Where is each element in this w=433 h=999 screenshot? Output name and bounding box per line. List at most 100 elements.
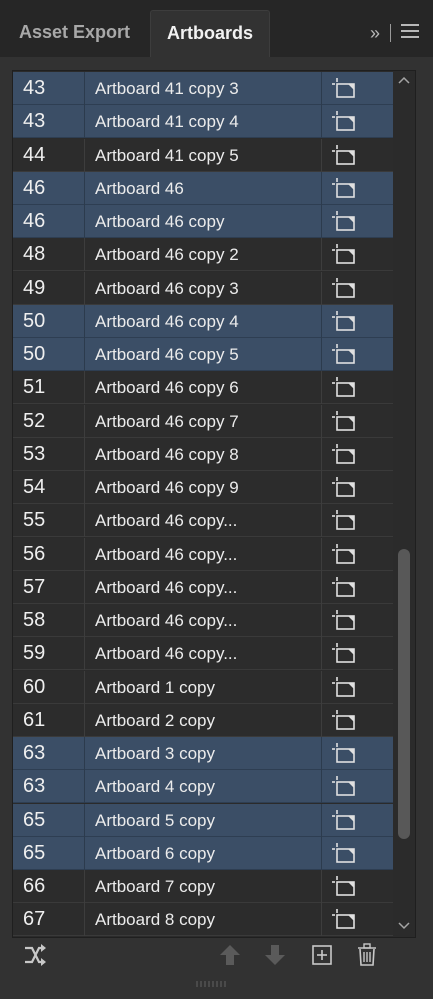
artboard-number: 63 bbox=[13, 770, 85, 804]
artboard-options-icon[interactable] bbox=[331, 110, 359, 132]
artboard-number: 59 bbox=[13, 637, 85, 671]
artboard-name[interactable]: Artboard 46 copy... bbox=[86, 604, 322, 637]
scroll-down-icon[interactable] bbox=[396, 919, 412, 933]
artboard-options-icon[interactable] bbox=[331, 277, 359, 299]
artboard-options-icon[interactable] bbox=[331, 376, 359, 398]
artboard-name[interactable]: Artboard 41 copy 4 bbox=[86, 105, 322, 139]
artboard-number: 56 bbox=[13, 537, 85, 571]
artboard-row[interactable]: 49 Artboard 46 copy 3 bbox=[13, 271, 393, 305]
artboard-row[interactable]: 46 Artboard 46 copy bbox=[13, 205, 393, 238]
artboard-row[interactable]: 65 Artboard 6 copy bbox=[13, 836, 393, 870]
artboard-options-icon[interactable] bbox=[331, 144, 359, 166]
artboard-name[interactable]: Artboard 2 copy bbox=[86, 703, 322, 737]
tab-asset-export[interactable]: Asset Export bbox=[0, 10, 149, 57]
artboard-name[interactable]: Artboard 46 copy 5 bbox=[86, 338, 322, 371]
artboard-number: 66 bbox=[13, 870, 85, 903]
artboard-options-icon[interactable] bbox=[331, 576, 359, 598]
collapse-panel-icon[interactable]: » bbox=[370, 18, 380, 48]
artboard-row[interactable]: 63 Artboard 4 copy bbox=[13, 770, 393, 804]
artboard-row[interactable]: 48 Artboard 46 copy 2 bbox=[13, 238, 393, 272]
artboard-name[interactable]: Artboard 46 copy... bbox=[86, 570, 322, 604]
tab-artboards[interactable]: Artboards bbox=[150, 10, 270, 57]
artboard-name[interactable]: Artboard 46 copy 6 bbox=[86, 371, 322, 405]
scrollbar[interactable] bbox=[393, 71, 415, 937]
delete-artboard-icon[interactable] bbox=[354, 942, 380, 968]
artboard-name[interactable]: Artboard 46 copy... bbox=[86, 537, 322, 571]
artboard-row[interactable]: 54 Artboard 46 copy 9 bbox=[13, 471, 393, 504]
artboard-number: 49 bbox=[13, 271, 85, 305]
artboard-name[interactable]: Artboard 3 copy bbox=[86, 737, 322, 770]
artboard-row[interactable]: 66 Artboard 7 copy bbox=[13, 870, 393, 903]
artboard-row[interactable]: 50 Artboard 46 copy 4 bbox=[13, 304, 393, 338]
artboard-name[interactable]: Artboard 41 copy 3 bbox=[86, 72, 322, 105]
rearrange-artboards-icon[interactable] bbox=[22, 942, 48, 968]
artboard-row[interactable]: 53 Artboard 46 copy 8 bbox=[13, 437, 393, 471]
artboard-options-icon[interactable] bbox=[331, 676, 359, 698]
artboard-row[interactable]: 65 Artboard 5 copy bbox=[13, 803, 393, 837]
artboard-options-icon[interactable] bbox=[331, 476, 359, 498]
artboard-options-icon[interactable] bbox=[331, 177, 359, 199]
artboard-row[interactable]: 61 Artboard 2 copy bbox=[13, 703, 393, 737]
artboard-name[interactable]: Artboard 1 copy bbox=[86, 670, 322, 704]
new-artboard-icon[interactable] bbox=[309, 942, 335, 968]
artboard-options-icon[interactable] bbox=[331, 908, 359, 930]
artboard-row[interactable]: 58 Artboard 46 copy... bbox=[13, 604, 393, 637]
artboard-options-icon[interactable] bbox=[331, 809, 359, 831]
artboard-row[interactable]: 57 Artboard 46 copy... bbox=[13, 570, 393, 604]
scroll-up-icon[interactable] bbox=[396, 73, 412, 87]
artboard-row[interactable]: 51 Artboard 46 copy 6 bbox=[13, 371, 393, 405]
artboard-name[interactable]: Artboard 46 copy 3 bbox=[86, 271, 322, 305]
artboard-name[interactable]: Artboard 7 copy bbox=[86, 870, 322, 903]
artboard-options-icon[interactable] bbox=[331, 443, 359, 465]
artboard-name[interactable]: Artboard 46 copy 4 bbox=[86, 304, 322, 338]
artboard-options-icon[interactable] bbox=[331, 310, 359, 332]
artboard-row[interactable]: 56 Artboard 46 copy... bbox=[13, 537, 393, 571]
artboard-options-icon[interactable] bbox=[331, 709, 359, 731]
artboard-options-icon[interactable] bbox=[331, 875, 359, 897]
artboard-row[interactable]: 52 Artboard 46 copy 7 bbox=[13, 404, 393, 438]
artboard-name[interactable]: Artboard 4 copy bbox=[86, 770, 322, 804]
artboard-row[interactable]: 63 Artboard 3 copy bbox=[13, 737, 393, 770]
artboard-name[interactable]: Artboard 5 copy bbox=[86, 803, 322, 837]
artboard-options-icon[interactable] bbox=[331, 210, 359, 232]
artboard-options-icon[interactable] bbox=[331, 509, 359, 531]
artboard-row[interactable]: 43 Artboard 41 copy 4 bbox=[13, 105, 393, 139]
menu-icon[interactable] bbox=[401, 23, 419, 43]
move-up-icon[interactable] bbox=[217, 942, 243, 968]
artboard-row[interactable]: 50 Artboard 46 copy 5 bbox=[13, 338, 393, 371]
artboard-name[interactable]: Artboard 8 copy bbox=[86, 903, 322, 937]
resize-grip[interactable] bbox=[196, 974, 230, 987]
artboard-options-icon[interactable] bbox=[331, 742, 359, 764]
artboard-row[interactable]: 46 Artboard 46 bbox=[13, 171, 393, 205]
artboard-row[interactable]: 60 Artboard 1 copy bbox=[13, 670, 393, 704]
artboard-name[interactable]: Artboard 46 copy... bbox=[86, 504, 322, 538]
artboard-name[interactable]: Artboard 46 copy 9 bbox=[86, 471, 322, 504]
artboard-name[interactable]: Artboard 46 copy 2 bbox=[86, 238, 322, 272]
artboard-list[interactable]: 43 Artboard 41 copy 3 43 Artboard 41 copy 4… bbox=[12, 70, 416, 938]
artboard-options-icon[interactable] bbox=[331, 243, 359, 265]
artboard-options-icon[interactable] bbox=[331, 609, 359, 631]
artboard-options-icon[interactable] bbox=[331, 842, 359, 864]
artboard-name[interactable]: Artboard 46 copy bbox=[86, 205, 322, 238]
artboard-options-icon[interactable] bbox=[331, 77, 359, 99]
artboard-name[interactable]: Artboard 41 copy 5 bbox=[86, 138, 322, 172]
artboard-number: 60 bbox=[13, 670, 85, 704]
artboard-name[interactable]: Artboard 46 copy... bbox=[86, 637, 322, 671]
artboard-options-icon[interactable] bbox=[331, 543, 359, 565]
artboard-row[interactable]: 55 Artboard 46 copy... bbox=[13, 504, 393, 538]
artboard-name[interactable]: Artboard 46 copy 7 bbox=[86, 404, 322, 438]
artboard-row[interactable]: 43 Artboard 41 copy 3 bbox=[13, 72, 393, 105]
artboard-name[interactable]: Artboard 6 copy bbox=[86, 836, 322, 870]
move-down-icon[interactable] bbox=[262, 942, 288, 968]
artboard-options-icon[interactable] bbox=[331, 343, 359, 365]
artboard-options-icon[interactable] bbox=[331, 775, 359, 797]
artboard-options-icon[interactable] bbox=[331, 410, 359, 432]
artboard-number: 46 bbox=[13, 171, 85, 205]
artboard-row[interactable]: 44 Artboard 41 copy 5 bbox=[13, 138, 393, 172]
artboard-name[interactable]: Artboard 46 bbox=[86, 171, 322, 205]
artboard-row[interactable]: 67 Artboard 8 copy bbox=[13, 903, 393, 937]
artboard-name[interactable]: Artboard 46 copy 8 bbox=[86, 437, 322, 471]
artboard-row[interactable]: 59 Artboard 46 copy... bbox=[13, 637, 393, 671]
artboard-options-icon[interactable] bbox=[331, 642, 359, 664]
scrollbar-thumb[interactable] bbox=[398, 549, 410, 839]
